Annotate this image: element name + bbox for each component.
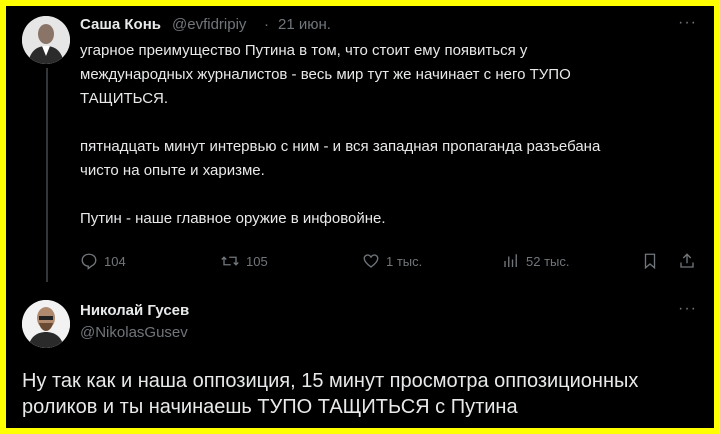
tweet-text-line: Ну так как и наша оппозиция, 15 минут пр…: [22, 370, 639, 392]
tweet-text-line: Путин - наше главное оружие в инфовойне.: [80, 210, 386, 227]
author-handle[interactable]: @NikolasGusev: [80, 324, 188, 341]
views-button[interactable]: 52 тыс.: [502, 250, 569, 272]
tweet-text-line: роликов и ты начинаешь ТУПО ТАЩИТЬСЯ с П…: [22, 396, 518, 418]
retweet-count: 105: [246, 253, 268, 269]
tweet-date[interactable]: 21 июн.: [278, 16, 331, 33]
retweet-icon: [220, 252, 240, 270]
tweet-text-line: чисто на опыте и харизме.: [80, 162, 265, 179]
reply-icon: [80, 252, 98, 270]
share-button[interactable]: [678, 250, 696, 272]
thread-line: [46, 68, 48, 282]
share-icon: [678, 252, 696, 270]
like-icon: [362, 252, 380, 270]
more-options-button[interactable]: ···: [678, 300, 697, 318]
views-count: 52 тыс.: [526, 253, 570, 269]
views-icon: [502, 252, 520, 270]
avatar-sasha[interactable]: [22, 16, 70, 64]
like-count: 1 тыс.: [386, 253, 423, 269]
tweet-text-line: угарное преимущество Путина в том, что с…: [80, 42, 528, 59]
author-name[interactable]: Саша Конь: [80, 16, 161, 33]
reply-button[interactable]: 104: [80, 250, 126, 272]
author-name[interactable]: Николай Гусев: [80, 302, 189, 319]
more-options-button[interactable]: ···: [678, 14, 697, 32]
avatar-portrait-icon: [22, 300, 70, 348]
screenshot-frame: Саша Конь @evfidripiy · 21 июн. ··· угар…: [6, 6, 714, 428]
like-button[interactable]: 1 тыс.: [362, 250, 422, 272]
retweet-button[interactable]: 105: [220, 250, 268, 272]
reply-count: 104: [104, 253, 126, 269]
tweet-text-line: ТАЩИТЬСЯ.: [80, 90, 169, 107]
bookmark-icon: [642, 252, 658, 270]
meta-separator: ·: [264, 16, 269, 33]
tweet-text-line: пятнадцать минут интервью с ним - и вся …: [80, 138, 601, 155]
avatar-portrait-icon: [22, 16, 70, 64]
bookmark-button[interactable]: [642, 250, 658, 272]
tweet-text-line: международных журналистов - весь мир тут…: [80, 66, 571, 83]
author-handle[interactable]: @evfidripiy: [172, 16, 246, 33]
avatar-nikolay[interactable]: [22, 300, 70, 348]
